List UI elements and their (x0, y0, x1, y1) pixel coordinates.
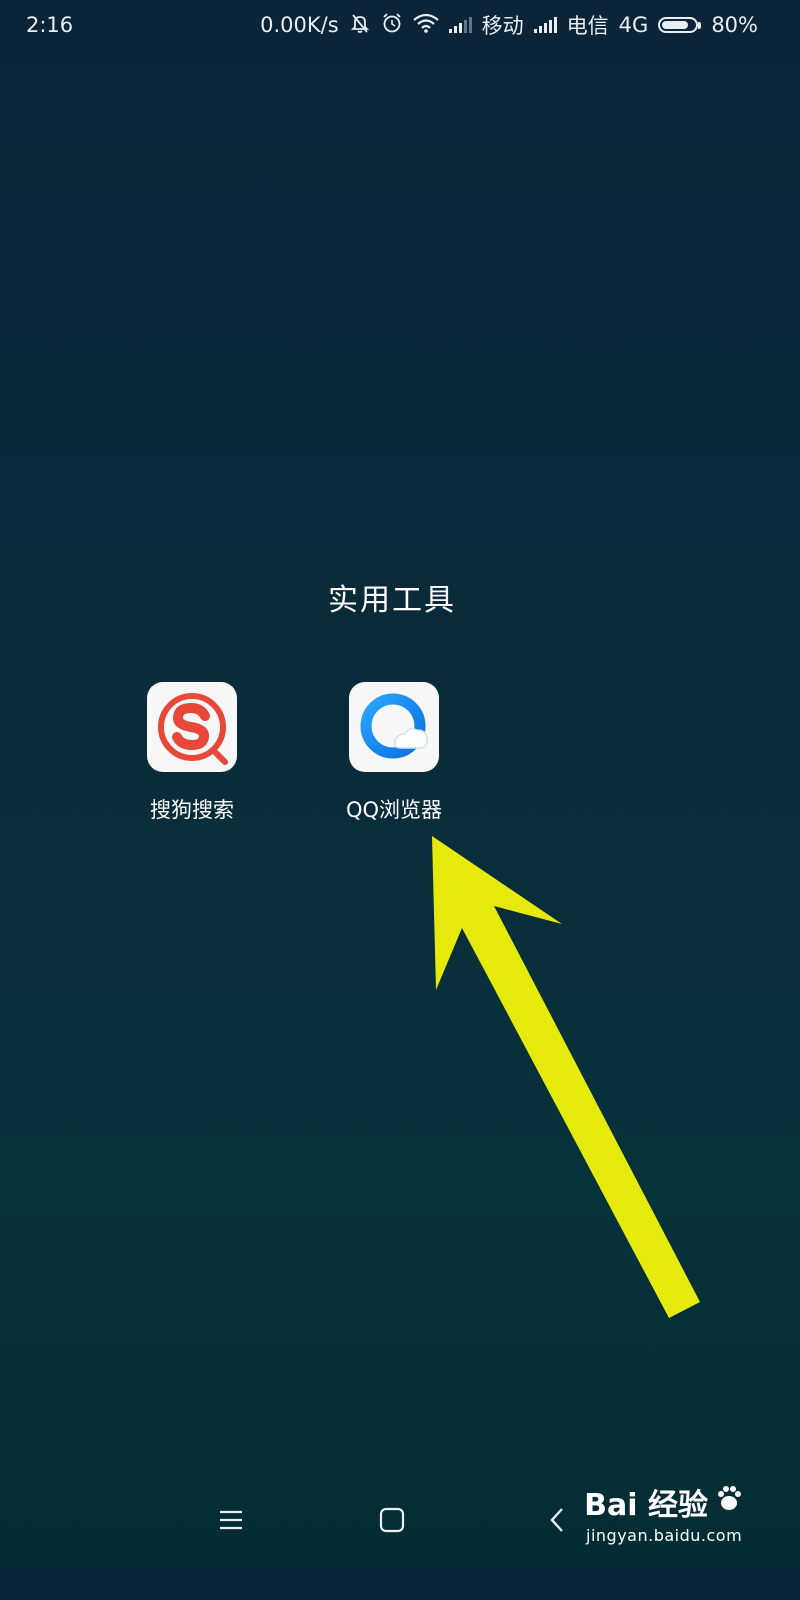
app-label: 搜狗搜索 (150, 798, 234, 822)
battery-icon (658, 17, 702, 33)
menu-icon[interactable] (211, 1502, 251, 1538)
wifi-icon (412, 13, 439, 38)
signal-icon (448, 17, 472, 33)
signal-icon (533, 17, 557, 33)
app-label: QQ浏览器 (345, 798, 443, 822)
carrier-1: 移动 (481, 14, 524, 38)
baidu-jingyan-watermark: Bai 经验 jingyan.baidu.com (584, 1480, 744, 1545)
status-bar: 2:16 0.00K/s 移动 电信 4G 80% (0, 0, 784, 50)
qq-browser-icon[interactable] (349, 682, 439, 772)
watermark-logo-text: Bai 经验 (584, 1488, 708, 1523)
net-speed: 0.00K/s (260, 13, 339, 37)
home-icon[interactable] (372, 1502, 412, 1538)
alarm-icon (381, 12, 403, 39)
app-sogou-search[interactable]: 搜狗搜索 (112, 682, 272, 824)
watermark-url: jingyan.baidu.com (586, 1526, 743, 1545)
network-type: 4G (618, 13, 649, 37)
sogou-search-icon[interactable] (147, 682, 237, 772)
battery-percent: 80% (711, 13, 758, 37)
carrier-2: 电信 (566, 14, 609, 38)
paw-icon (714, 1483, 744, 1521)
mute-bell-icon (349, 12, 371, 39)
app-qq-browser[interactable]: QQ浏览器 (314, 682, 474, 824)
status-time: 2:16 (26, 13, 74, 37)
status-indicators: 0.00K/s 移动 电信 4G 80% (260, 10, 758, 40)
folder-title[interactable]: 实用工具 (0, 575, 784, 619)
watermark-logo: Bai 经验 (584, 1480, 744, 1524)
back-icon[interactable] (537, 1502, 577, 1538)
